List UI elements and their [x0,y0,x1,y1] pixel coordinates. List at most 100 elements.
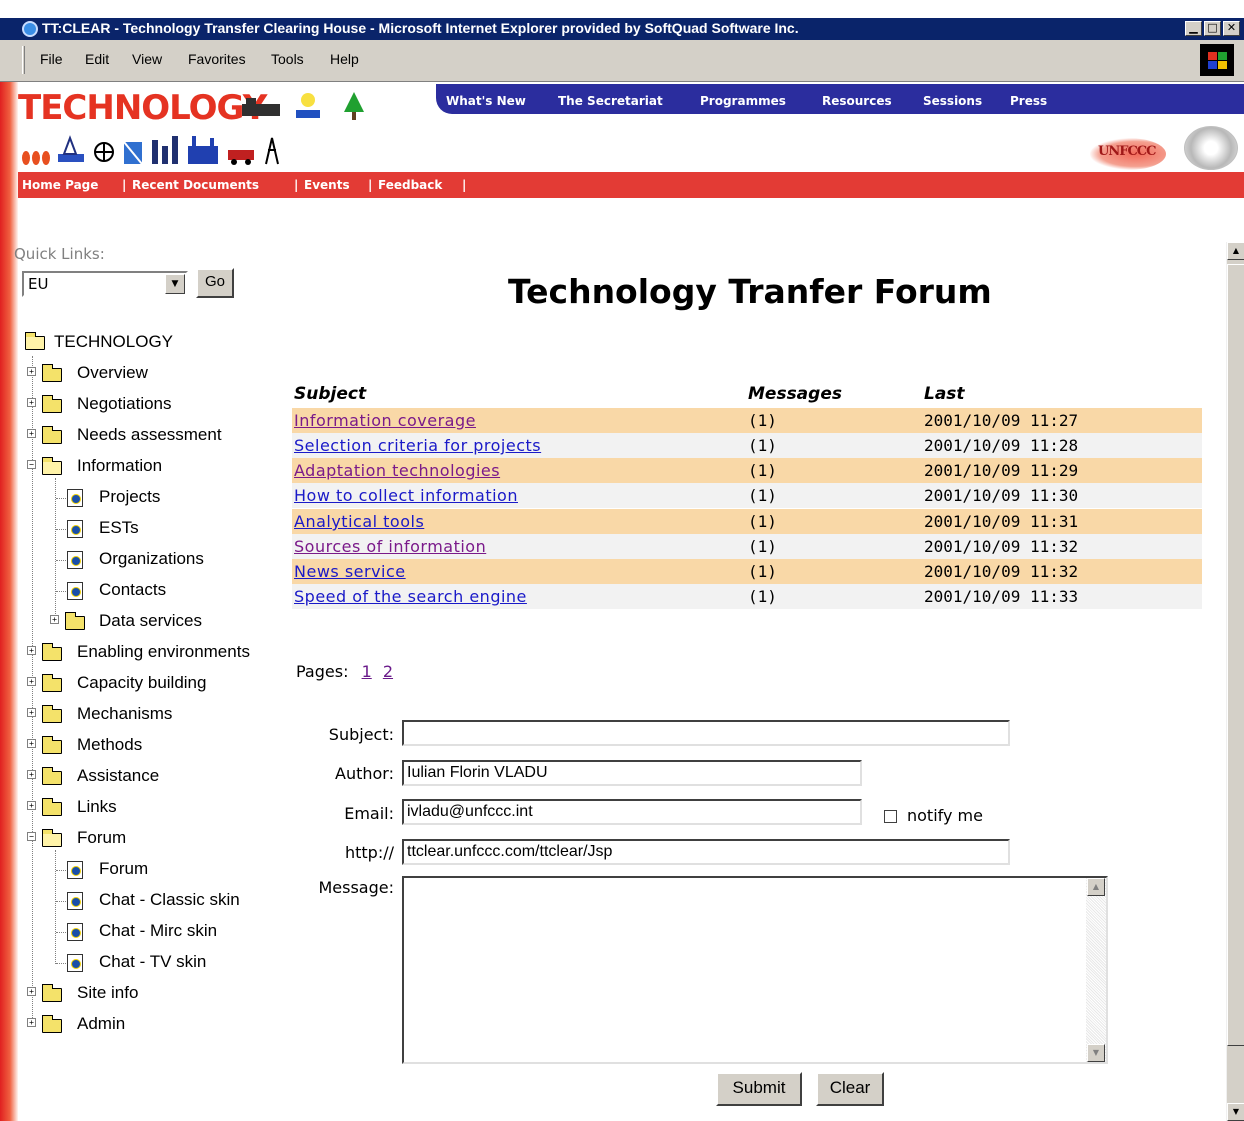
minimize-button[interactable]: ▁ [1185,21,1202,36]
topic-link[interactable]: Selection criteria for projects [294,436,541,455]
topic-link[interactable]: News service [294,562,406,581]
submit-button[interactable]: Submit [716,1072,802,1106]
last-post-time: 2001/10/09 11:29 [924,461,1079,480]
expand-icon[interactable]: + [27,708,36,717]
notify-me-option[interactable]: notify me [884,806,983,825]
topic-link[interactable]: Sources of information [294,537,486,556]
flame-icon [22,151,50,165]
close-button[interactable]: ✕ [1223,21,1240,36]
collapse-icon[interactable]: − [27,832,36,841]
header-icons-top [242,92,364,120]
last-post-time: 2001/10/09 11:32 [924,537,1079,556]
subnav-events[interactable]: Events [304,178,350,192]
topic-link[interactable]: Information coverage [294,411,476,430]
document-icon [67,520,83,538]
expand-icon[interactable]: + [27,429,36,438]
pages-label: Pages: [296,662,349,681]
expand-icon[interactable]: + [27,987,36,996]
email-field[interactable]: ivladu@unfccc.int [402,799,862,825]
scroll-up-icon[interactable]: ▲ [1087,878,1105,896]
folder-icon [42,364,62,382]
nav-resources[interactable]: Resources [822,94,892,108]
notify-me-checkbox[interactable] [884,810,897,823]
tree-item-label: Organizations [99,549,204,568]
tree-item-label: Contacts [99,580,167,599]
un-emblem-icon[interactable] [1184,126,1238,170]
author-field[interactable]: Iulian Florin VLADU [402,760,862,786]
nav-programmes[interactable]: Programmes [700,94,786,108]
topic-link[interactable]: Adaptation technologies [294,461,500,480]
nav-secretariat[interactable]: The Secretariat [558,94,663,108]
topic-link[interactable]: Speed of the search engine [294,587,527,606]
topic-link[interactable]: How to collect information [294,486,518,505]
tree-item-label: Negotiations [77,394,172,413]
tree-icon [344,92,364,120]
sub-navigation: Home Page | Recent Documents | Events | … [18,172,1244,198]
nav-whats-new[interactable]: What's New [446,94,526,108]
document-icon [67,923,83,941]
last-post-time: 2001/10/09 11:30 [924,486,1079,505]
menu-help[interactable]: Help [330,51,359,67]
tree-item-label: Enabling environments [77,642,250,661]
message-scrollbar[interactable]: ▲ ▼ [1086,878,1106,1062]
column-header-subject: Subject [294,384,367,404]
chevron-down-icon[interactable]: ▼ [165,274,185,294]
expand-icon[interactable]: + [27,398,36,407]
tree-item-label: Assistance [77,766,160,785]
technology-logo[interactable]: TECHNOLOGY [18,88,267,128]
topic-link[interactable]: Analytical tools [294,512,424,531]
oil-rig-icon [58,135,84,162]
factory-icon [188,136,218,164]
subnav-separator: | [122,178,127,192]
expand-icon[interactable]: + [27,770,36,779]
subnav-recent-documents[interactable]: Recent Documents [132,178,259,192]
message-count: (1) [748,461,777,480]
tree-line [55,850,56,964]
message-textarea[interactable]: ▲ ▼ [402,876,1108,1064]
folder-icon [42,426,62,444]
expand-icon[interactable]: + [50,615,59,624]
scroll-up-icon[interactable]: ▲ [1227,242,1244,260]
tree-line [56,498,66,499]
folder-icon [42,736,62,754]
page-link-2[interactable]: 2 [383,662,393,681]
scroll-down-icon[interactable]: ▼ [1227,1103,1244,1121]
unfccc-logo[interactable]: UNFCCC [1090,132,1166,172]
collapse-icon[interactable]: − [27,460,36,469]
menu-view[interactable]: View [132,51,162,67]
menu-tools[interactable]: Tools [271,51,304,67]
page-link-1[interactable]: 1 [362,662,372,681]
windows-logo-icon [1200,44,1234,76]
subnav-feedback[interactable]: Feedback [378,178,442,192]
subnav-home-page[interactable]: Home Page [22,178,98,192]
expand-icon[interactable]: + [27,739,36,748]
menu-file[interactable]: File [40,51,63,67]
expand-icon[interactable]: + [27,1018,36,1027]
folder-icon [42,674,62,692]
expand-icon[interactable]: + [27,367,36,376]
expand-icon[interactable]: + [27,646,36,655]
menu-edit[interactable]: Edit [85,51,109,67]
page-scrollbar[interactable]: ▲ ▼ [1226,242,1244,1121]
tree-line [56,901,66,902]
nav-press[interactable]: Press [1010,94,1047,108]
tree-item-label: Links [77,797,117,816]
menu-bar: File Edit View Favorites Tools Help [0,40,1244,82]
maximize-button[interactable]: □ [1204,21,1221,36]
subject-field[interactable] [402,720,1010,746]
folder-icon [42,767,62,785]
expand-icon[interactable]: + [27,801,36,810]
clear-button[interactable]: Clear [816,1072,884,1106]
nav-sessions[interactable]: Sessions [923,94,982,108]
expand-icon[interactable]: + [27,677,36,686]
tree-line [55,478,56,624]
menu-favorites[interactable]: Favorites [188,51,246,67]
scrollbar-thumb[interactable] [1227,264,1244,1046]
table-row: Selection criteria for projects (1) 2001… [292,433,1202,458]
go-button[interactable]: Go [196,268,234,298]
quick-links-select[interactable]: EU ▼ [22,271,188,297]
notify-me-label: notify me [907,806,983,825]
table-row: Adaptation technologies (1) 2001/10/09 1… [292,458,1202,483]
scroll-down-icon[interactable]: ▼ [1087,1044,1105,1062]
url-field[interactable]: ttclear.unfccc.com/ttclear/Jsp [402,839,1010,865]
